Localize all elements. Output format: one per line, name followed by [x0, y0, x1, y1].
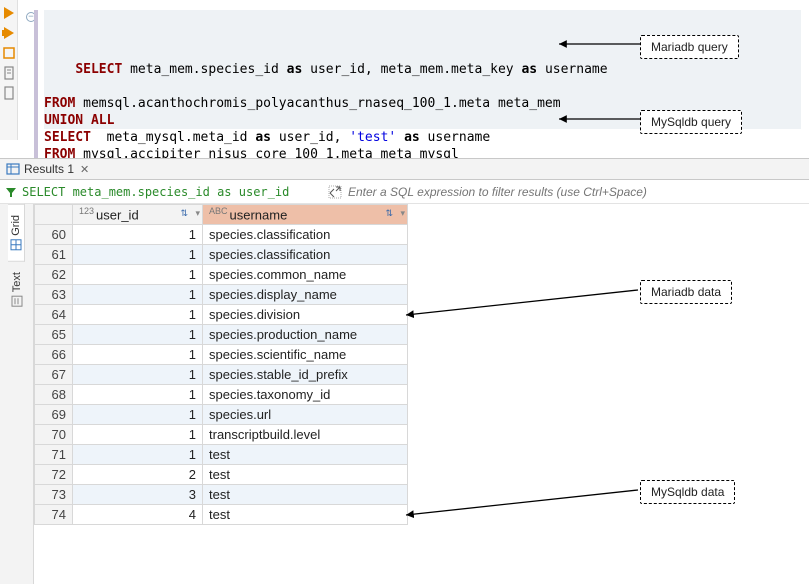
sql-preview-text: SELECT meta_mem.species_id as user_id: [22, 185, 322, 199]
sort-icon[interactable]: ⇅: [180, 208, 188, 219]
row-number[interactable]: 62: [35, 265, 73, 285]
col-header-user-id[interactable]: 123user_id ⇅ ▾: [73, 205, 203, 225]
results-grid[interactable]: 123user_id ⇅ ▾ ABCusername ⇅ ▾ 601specie…: [34, 204, 809, 584]
arrow-icon: [555, 32, 645, 52]
table-row[interactable]: 733test: [35, 485, 408, 505]
table-row[interactable]: 744test: [35, 505, 408, 525]
annot-mysqldb-data: MySqldb data: [640, 480, 735, 504]
view-side-tabs: Grid Text: [0, 204, 34, 584]
col-header-username[interactable]: ABCusername ⇅ ▾: [203, 205, 408, 225]
row-number[interactable]: 69: [35, 405, 73, 425]
row-number[interactable]: 72: [35, 465, 73, 485]
expand-icon[interactable]: [328, 185, 342, 199]
sort-icon[interactable]: ⇅: [385, 208, 393, 219]
table-row[interactable]: 611species.classification: [35, 245, 408, 265]
cell-user-id[interactable]: 1: [73, 405, 203, 425]
cell-username[interactable]: species.classification: [203, 225, 408, 245]
text-icon: [11, 295, 23, 307]
filter-row: SELECT meta_mem.species_id as user_id: [0, 180, 809, 204]
cell-user-id[interactable]: 1: [73, 245, 203, 265]
tab-text[interactable]: Text: [9, 262, 25, 317]
script-icon[interactable]: [2, 66, 16, 80]
row-number[interactable]: 73: [35, 485, 73, 505]
run-step-icon[interactable]: [2, 26, 16, 40]
rownum-header[interactable]: [35, 205, 73, 225]
table-row[interactable]: 661species.scientific_name: [35, 345, 408, 365]
row-number[interactable]: 61: [35, 245, 73, 265]
run-icon[interactable]: [2, 6, 16, 20]
cell-user-id[interactable]: 1: [73, 265, 203, 285]
table-row[interactable]: 722test: [35, 465, 408, 485]
cell-user-id[interactable]: 1: [73, 345, 203, 365]
column-filter-icon[interactable]: ▾: [195, 208, 200, 219]
cell-user-id[interactable]: 1: [73, 365, 203, 385]
row-number[interactable]: 65: [35, 325, 73, 345]
cell-user-id[interactable]: 3: [73, 485, 203, 505]
kw-from: FROM: [44, 96, 75, 111]
results-tab-label[interactable]: Results 1: [24, 162, 74, 176]
sql-toggle-icon[interactable]: [4, 185, 18, 199]
cell-user-id[interactable]: 2: [73, 465, 203, 485]
column-filter-icon[interactable]: ▾: [400, 208, 405, 219]
arrow-icon: [400, 280, 645, 320]
cell-user-id[interactable]: 1: [73, 445, 203, 465]
table-row[interactable]: 671species.stable_id_prefix: [35, 365, 408, 385]
cell-username[interactable]: species.scientific_name: [203, 345, 408, 365]
row-number[interactable]: 68: [35, 385, 73, 405]
annot-mariadb-data: Mariadb data: [640, 280, 732, 304]
filter-input[interactable]: [348, 185, 809, 199]
results-tabbar: Results 1 ✕: [0, 158, 809, 180]
table-row[interactable]: 621species.common_name: [35, 265, 408, 285]
arrow-icon: [555, 107, 645, 127]
commit-icon[interactable]: [2, 86, 16, 100]
cell-username[interactable]: species.common_name: [203, 265, 408, 285]
table-row[interactable]: 601species.classification: [35, 225, 408, 245]
cell-username[interactable]: species.display_name: [203, 285, 408, 305]
cell-user-id[interactable]: 1: [73, 325, 203, 345]
table-row[interactable]: 711test: [35, 445, 408, 465]
cell-user-id[interactable]: 1: [73, 385, 203, 405]
table-row[interactable]: 681species.taxonomy_id: [35, 385, 408, 405]
results-icon: [6, 162, 20, 176]
explain-icon[interactable]: [2, 46, 16, 60]
grid-icon: [10, 239, 22, 251]
table-row[interactable]: 641species.division: [35, 305, 408, 325]
table-row[interactable]: 701transcriptbuild.level: [35, 425, 408, 445]
cell-username[interactable]: species.division: [203, 305, 408, 325]
cell-username[interactable]: test: [203, 445, 408, 465]
row-number[interactable]: 63: [35, 285, 73, 305]
annot-mariadb-query: Mariadb query: [640, 35, 739, 59]
cell-user-id[interactable]: 1: [73, 285, 203, 305]
cell-username[interactable]: test: [203, 505, 408, 525]
row-number[interactable]: 71: [35, 445, 73, 465]
cell-user-id[interactable]: 1: [73, 425, 203, 445]
cell-user-id[interactable]: 4: [73, 505, 203, 525]
editor-gutter: [0, 0, 18, 140]
table-row[interactable]: 631species.display_name: [35, 285, 408, 305]
cell-user-id[interactable]: 1: [73, 305, 203, 325]
row-number[interactable]: 64: [35, 305, 73, 325]
tab-grid[interactable]: Grid: [8, 204, 25, 262]
cell-username[interactable]: species.stable_id_prefix: [203, 365, 408, 385]
cell-username[interactable]: test: [203, 485, 408, 505]
cell-username[interactable]: species.classification: [203, 245, 408, 265]
row-number[interactable]: 67: [35, 365, 73, 385]
kw-union: UNION ALL: [44, 113, 114, 128]
cell-username[interactable]: species.url: [203, 405, 408, 425]
annot-mysqldb-query: MySqldb query: [640, 110, 742, 134]
arrow-icon: [400, 485, 645, 525]
cell-user-id[interactable]: 1: [73, 225, 203, 245]
row-number[interactable]: 74: [35, 505, 73, 525]
table-row[interactable]: 651species.production_name: [35, 325, 408, 345]
cell-username[interactable]: species.production_name: [203, 325, 408, 345]
kw-select: SELECT: [75, 62, 122, 77]
cell-username[interactable]: species.taxonomy_id: [203, 385, 408, 405]
close-icon[interactable]: ✕: [80, 163, 89, 176]
cell-username[interactable]: test: [203, 465, 408, 485]
cell-username[interactable]: transcriptbuild.level: [203, 425, 408, 445]
table-row[interactable]: 691species.url: [35, 405, 408, 425]
row-number[interactable]: 60: [35, 225, 73, 245]
row-number[interactable]: 66: [35, 345, 73, 365]
row-number[interactable]: 70: [35, 425, 73, 445]
